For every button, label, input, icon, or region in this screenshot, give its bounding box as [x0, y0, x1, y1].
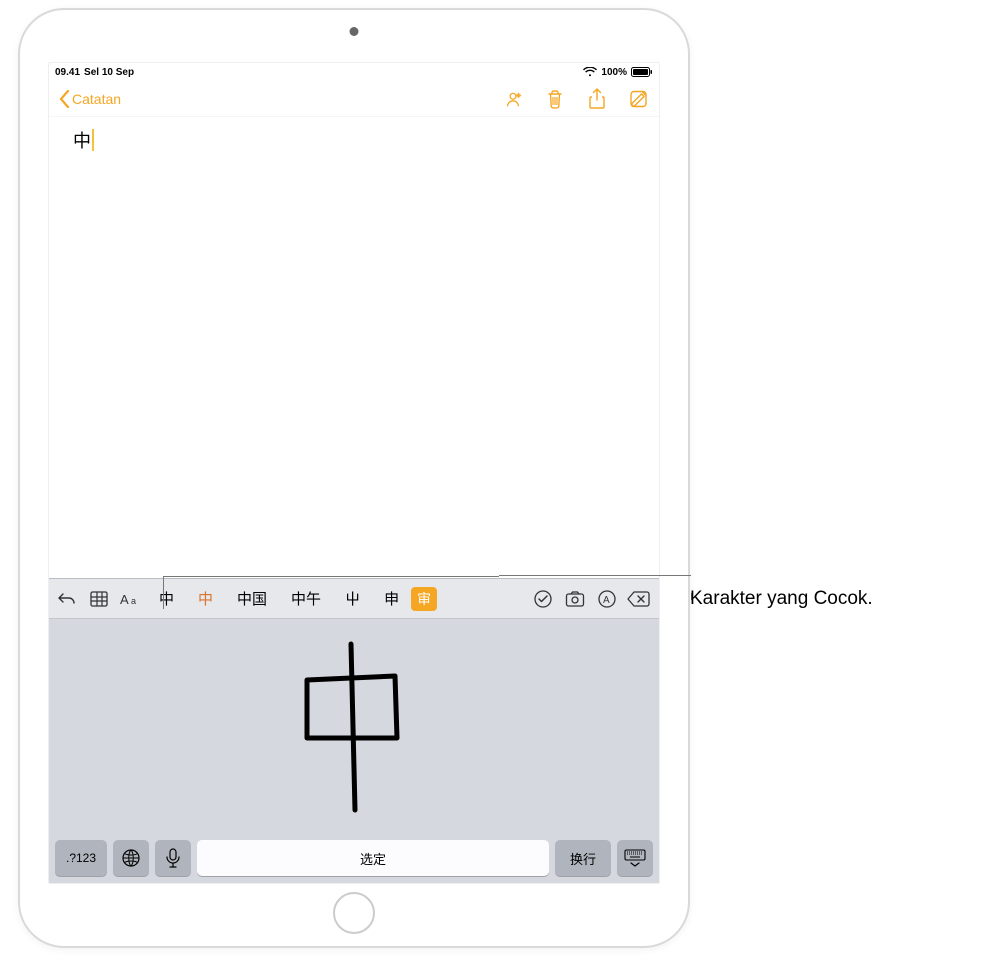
- grid-icon[interactable]: [87, 587, 111, 611]
- space-select-key[interactable]: 选定: [197, 840, 549, 876]
- candidate-item[interactable]: 中国: [225, 579, 279, 618]
- dictation-key[interactable]: [155, 840, 191, 876]
- device-camera: [350, 27, 359, 36]
- back-button[interactable]: Catatan: [59, 90, 121, 108]
- candidate-item[interactable]: 屮: [333, 579, 372, 618]
- check-circle-icon[interactable]: [531, 587, 555, 611]
- status-date: Sel 10 Sep: [84, 67, 134, 78]
- handwriting-pad[interactable]: [49, 619, 659, 837]
- trash-icon[interactable]: [545, 89, 565, 109]
- candidate-list: 中 中 中国 中午 屮 申 审: [147, 579, 437, 618]
- status-bar: 09.41 Sel 10 Sep 100%: [49, 63, 659, 81]
- svg-text:A: A: [120, 592, 129, 607]
- candidate-item[interactable]: 中午: [279, 579, 333, 618]
- camera-icon[interactable]: [563, 587, 587, 611]
- undo-icon[interactable]: [55, 587, 79, 611]
- status-time: 09.41: [55, 67, 80, 78]
- people-icon[interactable]: [503, 89, 523, 109]
- dismiss-keyboard-key[interactable]: [617, 840, 653, 876]
- home-button[interactable]: [333, 892, 375, 934]
- chevron-left-icon: [59, 90, 70, 108]
- nav-bar: Catatan: [49, 81, 659, 117]
- candidate-item[interactable]: 中: [147, 579, 186, 618]
- annotation-callout: Karakter yang Cocok.: [690, 588, 873, 610]
- font-size-icon[interactable]: Aa: [119, 587, 143, 611]
- callout-text: Karakter yang Cocok.: [690, 588, 873, 609]
- text-circle-icon[interactable]: A: [595, 587, 619, 611]
- keyboard-dismiss-icon: [624, 849, 646, 867]
- return-key[interactable]: 换行: [555, 840, 611, 876]
- battery-icon: [631, 67, 653, 77]
- backspace-icon[interactable]: [627, 587, 651, 611]
- note-content: 中: [73, 131, 91, 151]
- text-cursor: [92, 129, 94, 151]
- status-battery-pct: 100%: [601, 67, 627, 78]
- candidate-item[interactable]: 申: [372, 579, 411, 618]
- svg-text:A: A: [603, 595, 610, 606]
- svg-text:a: a: [131, 596, 136, 606]
- ipad-frame: 09.41 Sel 10 Sep 100% Catatan: [18, 8, 690, 948]
- globe-icon: [121, 848, 141, 868]
- keyboard-bottom-row: .?123 选定 换行: [49, 837, 659, 883]
- compose-icon[interactable]: [629, 89, 649, 109]
- globe-key[interactable]: [113, 840, 149, 876]
- candidate-item-selected[interactable]: 审: [411, 587, 437, 611]
- numeric-key[interactable]: .?123: [55, 840, 107, 876]
- share-icon[interactable]: [587, 89, 607, 109]
- candidate-item[interactable]: 中: [186, 579, 225, 618]
- microphone-icon: [166, 848, 180, 868]
- handwriting-keyboard: Aa 中 中 中国 中午 屮 申 审: [49, 578, 659, 883]
- note-body[interactable]: 中: [49, 117, 659, 578]
- screen: 09.41 Sel 10 Sep 100% Catatan: [48, 62, 660, 884]
- wifi-icon: [583, 67, 597, 77]
- back-label: Catatan: [72, 91, 121, 107]
- handwritten-stroke: [289, 638, 419, 818]
- candidate-row: Aa 中 中 中国 中午 屮 申 审: [49, 579, 659, 619]
